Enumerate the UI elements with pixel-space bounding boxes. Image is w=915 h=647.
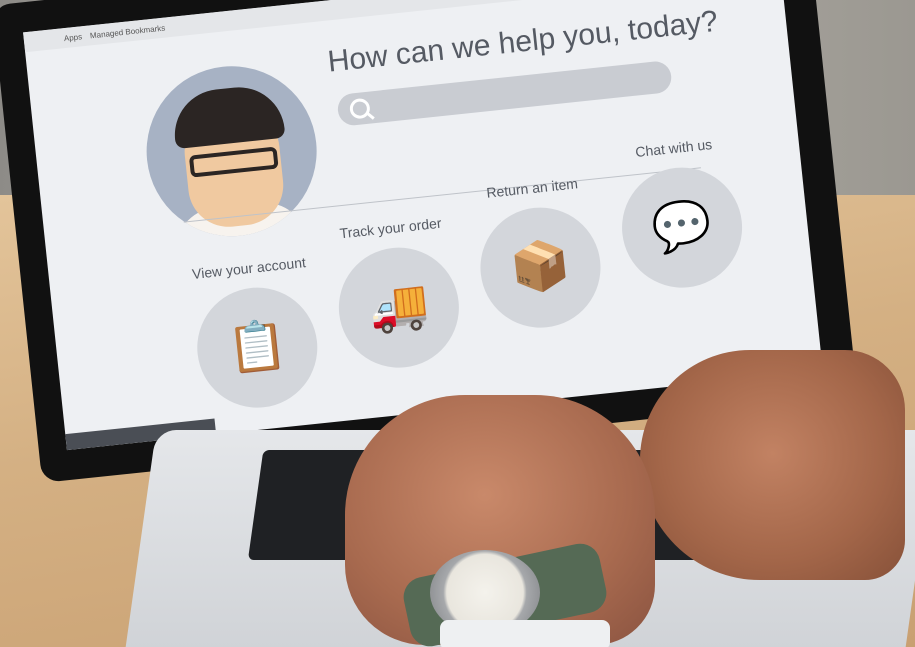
option-return-item[interactable]: Return an item 📦 bbox=[462, 173, 617, 335]
option-label: View your account bbox=[191, 254, 307, 282]
managed-bookmarks[interactable]: Managed Bookmarks bbox=[90, 23, 166, 40]
chat-bubbles-icon: 💬 bbox=[616, 161, 749, 294]
clipboard-icon: 📋 bbox=[191, 281, 324, 414]
avatar-hair bbox=[170, 82, 286, 150]
option-view-account[interactable]: View your account 📋 bbox=[178, 253, 333, 415]
option-chat-with-us[interactable]: Chat with us 💬 bbox=[603, 133, 758, 295]
apps-bookmark[interactable]: Apps bbox=[63, 32, 82, 43]
open-box-icon: 📦 bbox=[474, 201, 607, 334]
option-label: Return an item bbox=[485, 175, 579, 201]
right-hand bbox=[640, 350, 905, 580]
option-track-order[interactable]: Track your order 🚚 bbox=[320, 213, 475, 375]
shirt-cuff bbox=[440, 620, 610, 647]
option-label: Chat with us bbox=[634, 136, 713, 161]
photo-scene: Apps Managed Bookmarks How can we help y… bbox=[0, 0, 915, 647]
option-label: Track your order bbox=[338, 214, 443, 242]
search-icon bbox=[348, 97, 371, 120]
delivery-truck-icon: 🚚 bbox=[332, 241, 465, 374]
